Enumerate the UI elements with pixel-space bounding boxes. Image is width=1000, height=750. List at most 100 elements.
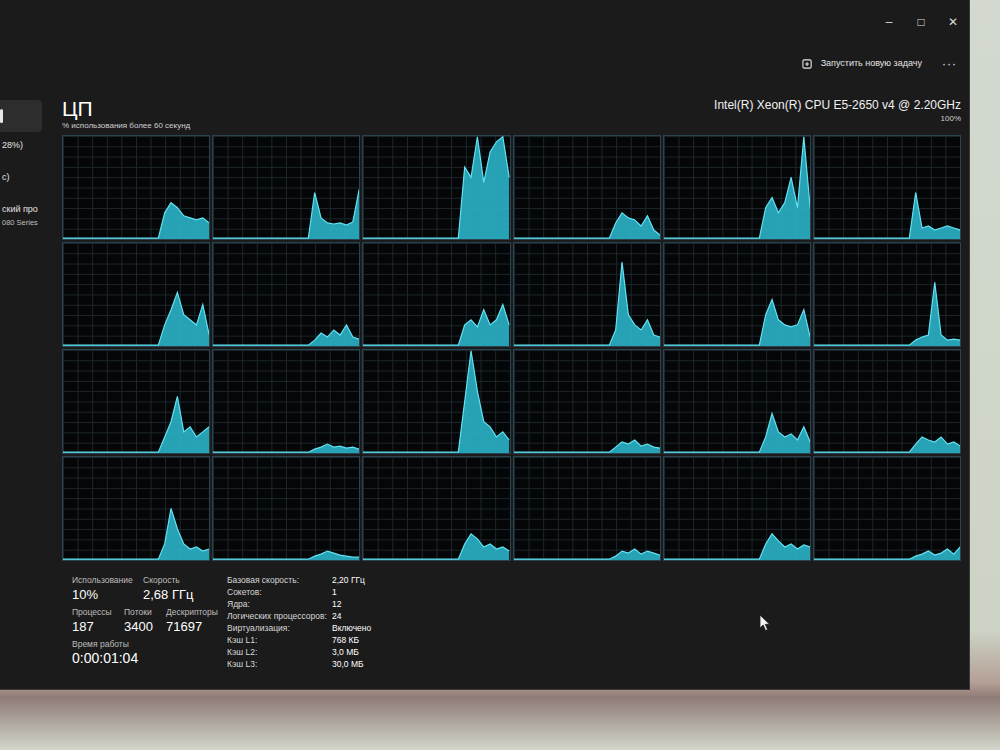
minimize-button[interactable]: –: [873, 16, 905, 28]
usage-line: [514, 549, 660, 559]
usage-line: [63, 203, 209, 239]
usage-area: [664, 534, 810, 560]
usage-area: [63, 292, 209, 346]
more-button[interactable]: ···: [928, 55, 961, 73]
mouse-cursor-icon: [759, 614, 771, 632]
core-usage-chart: [63, 457, 209, 560]
usage-line: [213, 325, 359, 345]
usage-area: [63, 203, 209, 239]
usage-line: [814, 547, 960, 559]
usage-area: [363, 534, 509, 560]
usage-area: [514, 440, 660, 453]
core-usage-chart: [363, 457, 509, 560]
core-usage-chart: [63, 136, 209, 239]
usage-line: [664, 414, 810, 453]
core-graph: [663, 456, 811, 561]
usage-area: [664, 300, 810, 346]
usage-line: [213, 189, 359, 238]
core-usage-chart: [363, 350, 509, 453]
core-usage-chart: [664, 457, 810, 560]
core-graph: [813, 349, 961, 454]
toolbar: Запустить новую задачу···: [62, 44, 961, 84]
core-usage-chart: [213, 457, 359, 560]
uptime-value: 0:00:01:04: [72, 650, 227, 667]
core-usage-chart: [814, 350, 960, 453]
usage-line: [363, 137, 509, 238]
stat-label: Использование: [72, 575, 143, 586]
detail-value: 768 КБ: [332, 635, 371, 645]
stat-label: Дескрипторы: [166, 607, 227, 618]
secondary-stats: Процессы187Потоки3400Дескрипторы71697: [72, 607, 227, 635]
core-usage-chart: [363, 243, 509, 346]
usage-area: [63, 396, 209, 453]
core-graph: [663, 349, 811, 454]
detail-label: Ядра:: [227, 599, 332, 609]
core-graph: [362, 242, 510, 347]
sidebar-item[interactable]: ский про080 Series: [0, 200, 42, 231]
task-manager-window: –□✕28%)с)ский про080 SeriesЗапустить нов…: [0, 0, 970, 690]
usage-area: [213, 189, 359, 239]
core-graph: [212, 349, 360, 454]
cpu-core-graphs: [62, 135, 961, 561]
primary-stats: Использование10%Скорость2,68 ГГц: [72, 575, 227, 603]
stat-label: Потоки: [124, 607, 166, 618]
usage-line: [63, 292, 209, 345]
usage-area: [363, 137, 509, 239]
sidebar-item[interactable]: 28%): [0, 136, 42, 164]
stat-value: 2,68 ГГц: [143, 586, 227, 603]
core-usage-chart: [514, 136, 660, 239]
usage-line: [814, 437, 960, 452]
core-usage-chart: [814, 136, 960, 239]
core-usage-chart: [363, 136, 509, 239]
usage-area: [363, 351, 509, 453]
detail-label: Базовая скорость:: [227, 575, 332, 585]
core-graph: [62, 135, 210, 240]
close-button[interactable]: ✕: [937, 16, 969, 28]
usage-line: [664, 137, 810, 238]
uptime-label: Время работы: [72, 639, 227, 650]
core-usage-chart: [664, 350, 810, 453]
header-right: Intel(R) Xeon(R) CPU E5-2650 v4 @ 2.20GH…: [714, 98, 961, 124]
stat-value: 3400: [124, 618, 166, 635]
usage-line: [213, 551, 359, 559]
uptime-block: Время работы0:00:01:04: [72, 639, 227, 667]
usage-line: [63, 508, 209, 559]
maximize-button[interactable]: □: [905, 16, 937, 28]
sidebar-item[interactable]: с): [0, 168, 42, 196]
usage-area: [363, 305, 509, 346]
detail-label: Виртуализация:: [227, 623, 332, 633]
cpu-header: ЦП% использования более 60 секундIntel(R…: [62, 84, 961, 135]
core-usage-chart: [213, 136, 359, 239]
run-new-task-button[interactable]: Запустить новую задачу: [796, 53, 928, 75]
usage-line: [664, 300, 810, 346]
detail-value: 3,0 МБ: [332, 647, 371, 657]
core-usage-chart: [213, 243, 359, 346]
window-body: 28%)с)ский про080 SeriesЗапустить новую …: [0, 44, 969, 689]
title-bar: –□✕: [0, 0, 969, 44]
usage-line: [363, 351, 509, 452]
detail-label: Кэш L2:: [227, 647, 332, 657]
stat-block: Скорость2,68 ГГц: [143, 575, 227, 603]
main-panel: Запустить новую задачу···ЦП% использован…: [42, 44, 969, 689]
usage-area: [664, 414, 810, 453]
core-usage-chart: [213, 350, 359, 453]
sidebar-label: 28%): [2, 139, 42, 153]
core-usage-chart: [63, 243, 209, 346]
stat-value: 10%: [72, 586, 143, 603]
usage-line: [363, 305, 509, 346]
detail-value: 30,0 МБ: [332, 659, 371, 669]
usage-line: [514, 440, 660, 452]
usage-area: [63, 508, 209, 560]
detail-value: Включено: [332, 623, 371, 633]
core-graph: [513, 349, 661, 454]
usage-area: [514, 213, 660, 239]
chart-max-label: 100%: [714, 113, 961, 124]
core-graph: [663, 242, 811, 347]
detail-value: 12: [332, 599, 371, 609]
usage-line: [814, 193, 960, 239]
cpu-name: Intel(R) Xeon(R) CPU E5-2650 v4 @ 2.20GH…: [714, 98, 961, 113]
sidebar-item[interactable]: [0, 100, 42, 132]
usage-area: [814, 437, 960, 453]
cpu-details: Базовая скорость:2,20 ГГцСокетов:1Ядра:1…: [227, 575, 371, 669]
usage-line: [664, 534, 810, 559]
